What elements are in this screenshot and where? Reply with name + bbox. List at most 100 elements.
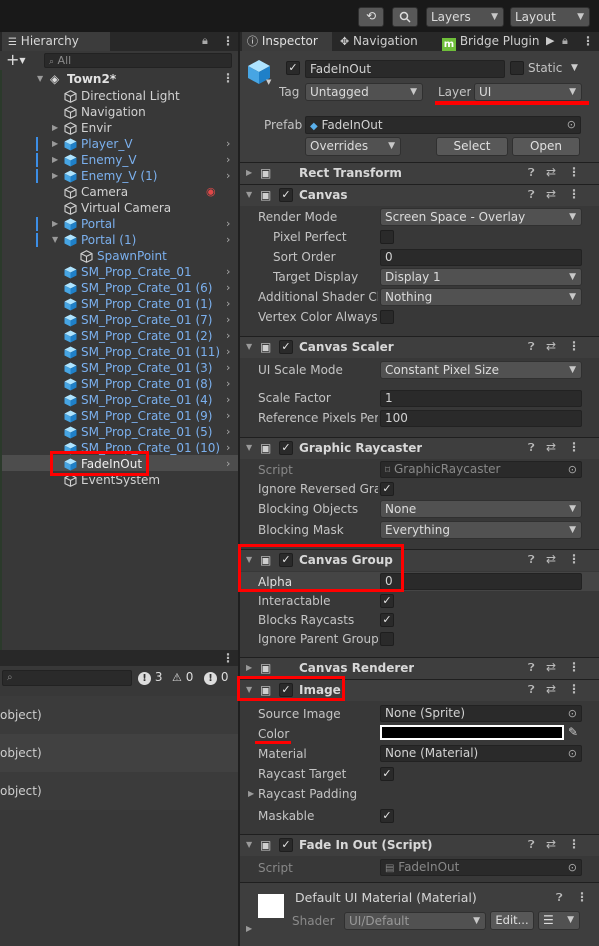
layer-dropdown[interactable]: UI ▼ <box>474 83 582 101</box>
component-header-fade-in-out-script[interactable]: ▼ ▣ ✓ Fade In Out (Script) ❓︎ ⇄ ⋮ <box>240 834 599 856</box>
target-icon[interactable]: ⊙ <box>568 462 577 477</box>
collapse-arrow-icon[interactable]: ▶ <box>246 924 252 933</box>
tree-item[interactable]: ▶ Enemy_V (1) › <box>0 168 238 184</box>
target-icon[interactable]: ⊙ <box>567 117 576 133</box>
component-enabled-checkbox[interactable]: ✓ <box>279 340 293 354</box>
object-field[interactable]: None (Sprite) ⊙ <box>380 705 582 722</box>
help-icon[interactable]: ❓︎ <box>528 188 535 202</box>
property-field[interactable]: 0 <box>380 249 582 266</box>
property-field[interactable]: 0 <box>380 573 582 590</box>
chevron-right-icon[interactable]: › <box>226 360 230 376</box>
collapse-arrow-icon[interactable]: ▶ <box>52 168 58 184</box>
target-icon[interactable]: ⊙ <box>568 860 577 875</box>
eyedropper-icon[interactable]: ✎ <box>568 725 578 739</box>
lock-icon[interactable]: 🔒︎ <box>562 34 568 48</box>
console-row[interactable]: object) <box>0 696 238 734</box>
target-icon[interactable]: ⊙ <box>568 746 577 761</box>
property-dropdown[interactable]: Screen Space - Overlay ▼ <box>380 208 582 226</box>
console-info-count[interactable]: ! 0 <box>204 670 228 685</box>
chevron-right-icon[interactable]: › <box>226 232 230 248</box>
chevron-right-icon[interactable]: › <box>226 440 230 456</box>
property-dropdown[interactable]: None ▼ <box>380 500 582 518</box>
property-checkbox[interactable]: ✓ <box>380 594 394 608</box>
tab-navigation[interactable]: ✥ Navigation <box>340 32 436 51</box>
tree-item[interactable]: ▶ Portal › <box>0 216 238 232</box>
expand-arrow-icon[interactable]: ▼ <box>246 840 252 849</box>
object-name-field[interactable]: FadeInOut <box>305 60 505 78</box>
help-icon[interactable]: ❓︎ <box>528 838 535 852</box>
expand-arrow-icon[interactable]: ▼ <box>246 443 252 452</box>
tree-item[interactable]: SM_Prop_Crate_01 (11) › <box>0 344 238 360</box>
open-button[interactable]: Open <box>512 137 580 156</box>
component-enabled-checkbox[interactable]: ✓ <box>279 188 293 202</box>
tree-item[interactable]: Directional Light <box>0 88 238 104</box>
property-dropdown[interactable]: Everything ▼ <box>380 521 582 539</box>
tree-item[interactable]: SM_Prop_Crate_01 (7) › <box>0 312 238 328</box>
color-swatch[interactable] <box>380 725 564 740</box>
collapse-arrow-icon[interactable]: ▶ <box>52 152 58 168</box>
chevron-right-icon[interactable]: › <box>226 392 230 408</box>
collapse-arrow-icon[interactable]: ▶ <box>52 120 58 136</box>
property-checkbox[interactable]: ✓ <box>380 482 394 496</box>
search-button[interactable] <box>392 7 418 27</box>
collapse-arrow-icon[interactable]: ▶ <box>52 216 58 232</box>
layers-dropdown[interactable]: Layers ▼ <box>426 7 504 27</box>
edit-shader-button[interactable]: Edit... <box>490 911 534 930</box>
chevron-down-icon[interactable]: ▼ <box>571 63 578 73</box>
console-alert-count[interactable]: ⚠ 0 <box>172 670 193 684</box>
menu-icon[interactable]: ⋮ <box>568 440 580 454</box>
layout-dropdown[interactable]: Layout ▼ <box>510 7 590 27</box>
presets-icon[interactable]: ⇄ <box>546 187 556 201</box>
component-enabled-checkbox[interactable]: ✓ <box>279 441 293 455</box>
tree-item[interactable]: ▼ Portal (1) › <box>0 232 238 248</box>
help-icon[interactable]: ❓︎ <box>528 683 535 697</box>
console-row[interactable]: object) <box>0 734 238 772</box>
menu-icon[interactable]: ⋮ <box>568 165 580 179</box>
property-checkbox[interactable]: ✓ <box>380 613 394 627</box>
help-icon[interactable]: ❓︎ <box>556 891 563 905</box>
component-header-rect-transform[interactable]: ▶ ▣ Rect Transform ❓︎ ⇄ ⋮ <box>240 162 599 184</box>
chevron-right-icon[interactable]: › <box>226 376 230 392</box>
chevron-right-icon[interactable]: › <box>226 424 230 440</box>
tree-item[interactable]: SM_Prop_Crate_01 (6) › <box>0 280 238 296</box>
active-checkbox[interactable]: ✓ <box>286 61 300 75</box>
property-checkbox[interactable]: ✓ <box>380 809 394 823</box>
console-warning-count[interactable]: ! 3 <box>138 670 162 685</box>
select-button[interactable]: Select <box>436 137 508 156</box>
tree-item[interactable]: ▶ Enemy_V › <box>0 152 238 168</box>
tag-dropdown[interactable]: Untagged ▼ <box>305 83 423 101</box>
tree-item[interactable]: SM_Prop_Crate_01 (1) › <box>0 296 238 312</box>
property-checkbox[interactable]: ✓ <box>380 767 394 781</box>
component-enabled-checkbox[interactable]: ✓ <box>279 838 293 852</box>
tree-item[interactable]: SM_Prop_Crate_01 (8) › <box>0 376 238 392</box>
menu-icon[interactable]: ⋮ <box>568 837 580 851</box>
tree-item[interactable]: SM_Prop_Crate_01 (2) › <box>0 328 238 344</box>
property-checkbox[interactable] <box>380 632 394 646</box>
tree-item[interactable]: SM_Prop_Crate_01 (4) › <box>0 392 238 408</box>
property-field[interactable]: 100 <box>380 410 582 427</box>
presets-icon[interactable]: ⇄ <box>546 165 556 179</box>
shader-options-dropdown[interactable]: ☰ ▼ <box>538 911 580 930</box>
presets-icon[interactable]: ⇄ <box>546 837 556 851</box>
help-icon[interactable]: ❓︎ <box>528 340 535 354</box>
property-field[interactable]: 1 <box>380 390 582 407</box>
target-icon[interactable]: ⊙ <box>568 706 577 721</box>
menu-icon[interactable]: ⋮ <box>568 682 580 696</box>
chevron-right-icon[interactable]: ▶ <box>546 34 554 47</box>
tree-item[interactable]: SM_Prop_Crate_01 (9) › <box>0 408 238 424</box>
tree-item[interactable]: Navigation <box>0 104 238 120</box>
property-dropdown[interactable]: Display 1 ▼ <box>380 268 582 286</box>
help-icon[interactable]: ❓︎ <box>528 553 535 567</box>
help-icon[interactable]: ❓︎ <box>528 441 535 455</box>
prefab-field[interactable]: ◆ FadeInOut ⊙ <box>305 116 581 134</box>
menu-icon[interactable]: ⋮ <box>582 34 594 48</box>
console-search-input[interactable]: ⌕ <box>2 670 132 686</box>
menu-icon[interactable]: ⋮ <box>576 890 588 904</box>
tab-bridge-plugin[interactable]: m Bridge Plugin <box>442 32 542 51</box>
help-icon[interactable]: ❓︎ <box>528 166 535 180</box>
expand-arrow-icon[interactable]: ▼ <box>246 190 252 199</box>
chevron-right-icon[interactable]: › <box>226 216 230 232</box>
history-button[interactable]: ⟲ <box>358 7 384 27</box>
tab-inspector[interactable]: ⓘ Inspector <box>242 32 332 51</box>
collapse-arrow-icon[interactable]: ▶ <box>246 663 252 672</box>
